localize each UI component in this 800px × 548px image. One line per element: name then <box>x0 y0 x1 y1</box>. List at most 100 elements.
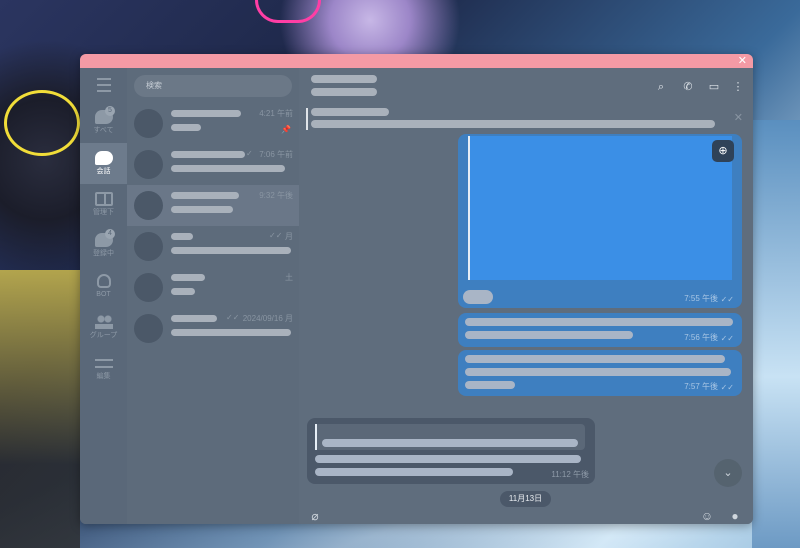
folder-label: 編集 <box>96 373 111 380</box>
message-text <box>465 331 633 339</box>
bot-icon <box>96 274 111 288</box>
chat-list-item[interactable]: ✓✓ 月 <box>127 226 299 267</box>
chat-list-item[interactable]: ✓ 7:06 午前 <box>127 144 299 185</box>
chat-list-item-selected[interactable]: 9:32 午後 <box>127 185 299 226</box>
pin-icon: 📌 <box>281 125 291 134</box>
search-input[interactable]: 検索 <box>134 75 292 97</box>
avatar <box>134 109 163 138</box>
quote-text <box>322 439 578 447</box>
chat-list: 検索 4:21 午前 📌 ✓ 7:06 午前 9:32 午後 ✓✓ 月 土 ✓✓… <box>127 68 299 524</box>
folder-label: すべて <box>93 127 114 134</box>
chat-time: 9:32 午後 <box>259 191 293 200</box>
main-menu-button[interactable] <box>80 68 127 102</box>
edit-folders-icon <box>94 356 113 370</box>
avatar <box>134 314 163 343</box>
chat-name <box>171 110 241 117</box>
read-check-icon: ✓✓ <box>720 334 734 343</box>
scroll-down-button[interactable]: ⌄ <box>714 459 742 487</box>
chat-preview <box>171 206 233 213</box>
conversation-pane: ⌕ ✆ ▭ ⋮ ✕ ⊕ 7:55 午後 ✓✓ 7:56 午後 ✓✓ 7:57 午… <box>299 68 753 524</box>
search-icon[interactable]: ⌕ <box>654 80 668 94</box>
message-time: 11:12 午後 <box>551 470 589 479</box>
pinned-message-bar[interactable]: ✕ <box>299 104 753 136</box>
read-check-icon: ✓✓ <box>720 295 734 304</box>
chat-preview <box>171 288 195 295</box>
message-composer[interactable]: ⌀ ☺ ● <box>299 508 753 524</box>
avatar <box>134 232 163 261</box>
microphone-icon[interactable]: ● <box>727 508 743 524</box>
avatar <box>134 150 163 179</box>
message-time: 7:56 午後 <box>684 333 718 342</box>
chat-header[interactable]: ⌕ ✆ ▭ ⋮ <box>299 68 753 104</box>
wallpaper-right <box>752 120 800 548</box>
avatar <box>134 273 163 302</box>
chat-list-item[interactable]: 土 <box>127 267 299 308</box>
unread-badge: 5 <box>105 106 115 116</box>
group-icon <box>94 315 113 329</box>
reply-quote[interactable] <box>315 424 585 450</box>
chat-title <box>311 75 377 83</box>
book-icon <box>94 192 113 206</box>
incoming-message[interactable]: 11:12 午後 <box>307 418 595 484</box>
folder-rail: 5 すべて 会話 管理下 4 登録中 BOT グループ 編集 <box>80 68 127 524</box>
read-check-icon: ✓✓ <box>720 383 734 392</box>
chat-list-item[interactable]: 4:21 午前 📌 <box>127 103 299 144</box>
folder-chats[interactable]: 会話 <box>80 143 127 184</box>
message-text <box>315 468 513 476</box>
chat-preview <box>171 165 285 172</box>
title-bar[interactable]: ✕ <box>80 54 753 68</box>
date-separator: 11月13日 <box>500 491 551 507</box>
quote-indicator <box>315 424 317 450</box>
pinned-indicator <box>306 108 308 130</box>
wallpaper-figure <box>0 270 80 548</box>
read-check-icon: ✓✓ <box>226 313 240 322</box>
chat-time: 7:06 午前 <box>259 150 293 159</box>
chat-preview <box>171 329 291 336</box>
folder-label: 会話 <box>96 168 111 175</box>
folder-subscribed[interactable]: 4 登録中 <box>80 225 127 266</box>
hamburger-menu-icon <box>96 78 111 92</box>
chat-name <box>171 274 205 281</box>
close-window-button[interactable]: ✕ <box>738 54 747 68</box>
message-text <box>315 455 581 463</box>
emoji-icon[interactable]: ☺ <box>699 508 715 524</box>
chat-name <box>171 315 217 322</box>
close-pinned-icon[interactable]: ✕ <box>734 111 743 124</box>
zoom-icon[interactable]: ⊕ <box>712 140 734 162</box>
unread-badge: 4 <box>105 229 115 239</box>
chat-preview <box>171 247 291 254</box>
folder-managed[interactable]: 管理下 <box>80 184 127 225</box>
more-vertical-icon[interactable]: ⋮ <box>731 80 745 94</box>
phone-icon[interactable]: ✆ <box>681 80 695 94</box>
outgoing-media-message[interactable]: ⊕ 7:55 午後 ✓✓ <box>458 134 742 308</box>
outgoing-message[interactable]: 7:56 午後 ✓✓ <box>458 313 742 347</box>
chat-preview <box>171 124 201 131</box>
media-caption <box>463 290 493 304</box>
message-time: 7:55 午後 <box>684 294 718 303</box>
folder-label: 登録中 <box>93 250 114 257</box>
folder-label: BOT <box>96 291 111 298</box>
media-image[interactable] <box>468 136 732 280</box>
attach-paperclip-icon[interactable]: ⌀ <box>307 508 323 524</box>
message-text <box>465 381 515 389</box>
read-check-icon: ✓ <box>246 149 253 158</box>
chat-time: 土 <box>285 273 293 282</box>
chat-list-item[interactable]: ✓✓ 2024/09/16 月 <box>127 308 299 349</box>
chat-name <box>171 192 239 199</box>
sidebar-toggle-icon[interactable]: ▭ <box>707 80 721 94</box>
folder-groups[interactable]: グループ <box>80 307 127 348</box>
folder-edit[interactable]: 編集 <box>80 348 127 389</box>
telegram-window: ✕ 5 すべて 会話 管理下 4 登録中 BOT グループ 編集 検索 4:21… <box>80 54 753 524</box>
folder-bot[interactable]: BOT <box>80 266 127 307</box>
message-text <box>465 318 733 326</box>
outgoing-message[interactable]: 7:57 午後 ✓✓ <box>458 350 742 396</box>
message-text <box>465 368 731 376</box>
folder-all[interactable]: 5 すべて <box>80 102 127 143</box>
folder-label: 管理下 <box>93 209 114 216</box>
wallpaper-halo <box>4 90 80 156</box>
chat-status <box>311 88 377 96</box>
chat-name <box>171 151 245 158</box>
chats-icon <box>94 151 113 165</box>
avatar <box>134 191 163 220</box>
folder-label: グループ <box>89 332 118 339</box>
